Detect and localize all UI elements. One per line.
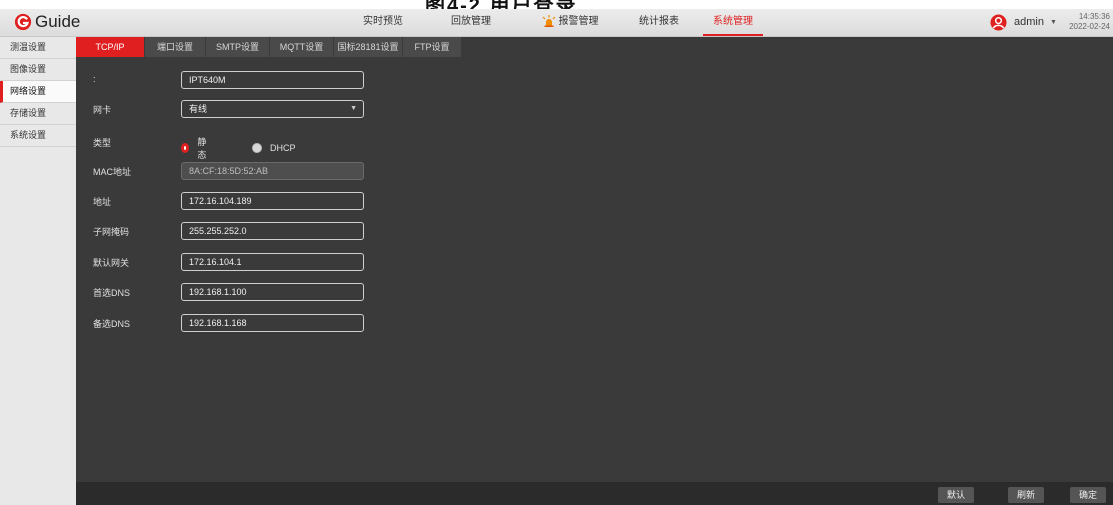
dns1-input[interactable]: 192.168.1.100 bbox=[181, 283, 364, 301]
ip-label: 地址 bbox=[93, 197, 112, 207]
sidebar-item-temperature[interactable]: 测温设置 bbox=[0, 37, 76, 59]
footer-bar: 默认 刷新 确定 bbox=[76, 482, 1113, 505]
chevron-down-icon: ▼ bbox=[1049, 18, 1057, 26]
nic-selected-value: 有线 bbox=[189, 104, 208, 114]
user-name: admin bbox=[1014, 16, 1044, 28]
clock-date: 2022-02-24 bbox=[1069, 22, 1110, 31]
tab-smtp[interactable]: SMTP设置 bbox=[206, 37, 269, 57]
subnet-label: 子网掩码 bbox=[93, 227, 130, 237]
subnet-input[interactable]: 255.255.252.0 bbox=[181, 222, 364, 240]
main-panel: TCP/IP 端口设置 SMTP设置 MQTT设置 国标28181设置 FTP设… bbox=[76, 37, 1113, 505]
nav-alarm-label: 报警管理 bbox=[558, 16, 599, 27]
dns2-input[interactable]: 192.168.1.168 bbox=[181, 314, 364, 332]
mac-label: MAC地址 bbox=[93, 167, 131, 177]
sidebar: 测温设置 图像设置 网络设置 存储设置 系统设置 bbox=[0, 37, 76, 505]
guide-logo-icon bbox=[14, 13, 32, 31]
sidebar-item-system[interactable]: 系统设置 bbox=[0, 125, 76, 147]
nic-label: 网卡 bbox=[93, 105, 112, 115]
ip-input[interactable]: 172.16.104.189 bbox=[181, 192, 364, 210]
gateway-label: 默认网关 bbox=[93, 258, 130, 268]
device-name-input[interactable]: IPT640M bbox=[181, 71, 364, 89]
logo-text: Guide bbox=[35, 12, 81, 31]
radio-unchecked-icon bbox=[252, 143, 263, 153]
default-button[interactable]: 默认 bbox=[938, 487, 974, 503]
clock-time: 14:35:36 bbox=[1078, 12, 1110, 21]
radio-dhcp[interactable]: DHCP bbox=[252, 143, 296, 153]
tab-tcpip[interactable]: TCP/IP bbox=[76, 37, 144, 57]
refresh-button[interactable]: 刷新 bbox=[1008, 487, 1044, 503]
top-bar: Guide 实时预览 回放管理 报警管理 统计报表 系统管理 admin ▼ 1… bbox=[0, 9, 1113, 37]
logo: Guide bbox=[14, 12, 80, 32]
caption-text: 图4-2 用户登录 bbox=[425, 0, 577, 9]
tab-ftp[interactable]: FTP设置 bbox=[403, 37, 461, 57]
chevron-down-icon: ▼ bbox=[350, 105, 357, 112]
dns1-label: 首选DNS bbox=[93, 288, 131, 298]
sidebar-item-image[interactable]: 图像设置 bbox=[0, 59, 76, 81]
mac-field: 8A:CF:18:5D:52:AB bbox=[181, 162, 364, 180]
sidebar-item-network[interactable]: 网络设置 bbox=[0, 81, 76, 103]
dns2-label: 备选DNS bbox=[93, 319, 131, 329]
device-name-label: : bbox=[93, 74, 96, 84]
radio-checked-icon bbox=[181, 143, 190, 153]
nav-playback[interactable]: 回放管理 bbox=[448, 9, 494, 34]
clock: 14:35:36 2022-02-24 bbox=[1068, 12, 1110, 32]
alarm-light-icon bbox=[542, 15, 555, 28]
type-radio-group: 静态 DHCP bbox=[181, 135, 296, 161]
radio-dhcp-label: DHCP bbox=[270, 143, 296, 153]
nav-statistics[interactable]: 统计报表 bbox=[636, 9, 682, 34]
user-avatar-icon bbox=[990, 13, 1007, 31]
tab-mqtt[interactable]: MQTT设置 bbox=[270, 37, 333, 57]
type-label: 类型 bbox=[93, 138, 112, 148]
nav-live-preview[interactable]: 实时预览 bbox=[360, 9, 406, 34]
sidebar-item-storage[interactable]: 存储设置 bbox=[0, 103, 76, 125]
radio-static-label: 静态 bbox=[197, 137, 207, 160]
nav-system-management[interactable]: 系统管理 bbox=[703, 9, 763, 36]
nic-select[interactable]: 有线 ▼ bbox=[181, 100, 364, 118]
tab-port[interactable]: 端口设置 bbox=[145, 37, 205, 57]
figure-caption: 图4-2 用户登录 bbox=[0, 0, 1113, 9]
tab-gb28181[interactable]: 国标28181设置 bbox=[334, 37, 402, 57]
gateway-input[interactable]: 172.16.104.1 bbox=[181, 253, 364, 271]
nav-alarm[interactable]: 报警管理 bbox=[530, 9, 610, 34]
confirm-button[interactable]: 确定 bbox=[1070, 487, 1106, 503]
settings-tabs: TCP/IP 端口设置 SMTP设置 MQTT设置 国标28181设置 FTP设… bbox=[76, 37, 462, 57]
radio-static[interactable]: 静态 bbox=[181, 135, 208, 161]
user-menu[interactable]: admin ▼ bbox=[990, 12, 1057, 32]
